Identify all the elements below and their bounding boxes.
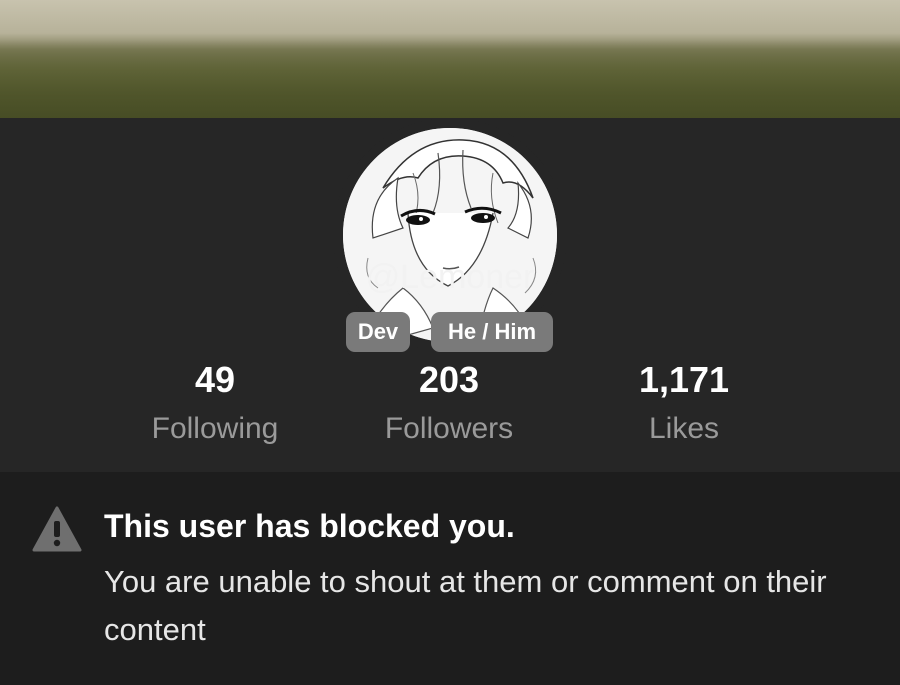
profile-banner xyxy=(0,0,900,118)
username: @Lemoner xyxy=(365,258,535,296)
stat-value: 49 xyxy=(194,359,236,400)
stat-following[interactable]: 49 Following xyxy=(115,358,315,449)
stat-likes[interactable]: 1,171 Likes xyxy=(584,358,784,449)
avatar-illustration xyxy=(343,128,557,342)
stat-label: Followers xyxy=(384,412,514,445)
stat-label: Likes xyxy=(648,412,720,445)
notice-message: You are unable to shout at them or comme… xyxy=(104,564,827,647)
notice-title: This user has blocked you. xyxy=(104,508,515,544)
banner-landscape xyxy=(0,40,900,118)
avatar[interactable] xyxy=(343,128,557,342)
stat-followers[interactable]: 203 Followers xyxy=(349,358,549,449)
stat-value: 203 xyxy=(418,359,480,400)
stat-value: 1,171 xyxy=(638,359,730,400)
role-badge: Dev xyxy=(346,312,410,352)
pronouns-badge: He / Him xyxy=(431,312,553,352)
stat-label: Following xyxy=(151,412,279,445)
warning-triangle-icon xyxy=(32,506,82,552)
